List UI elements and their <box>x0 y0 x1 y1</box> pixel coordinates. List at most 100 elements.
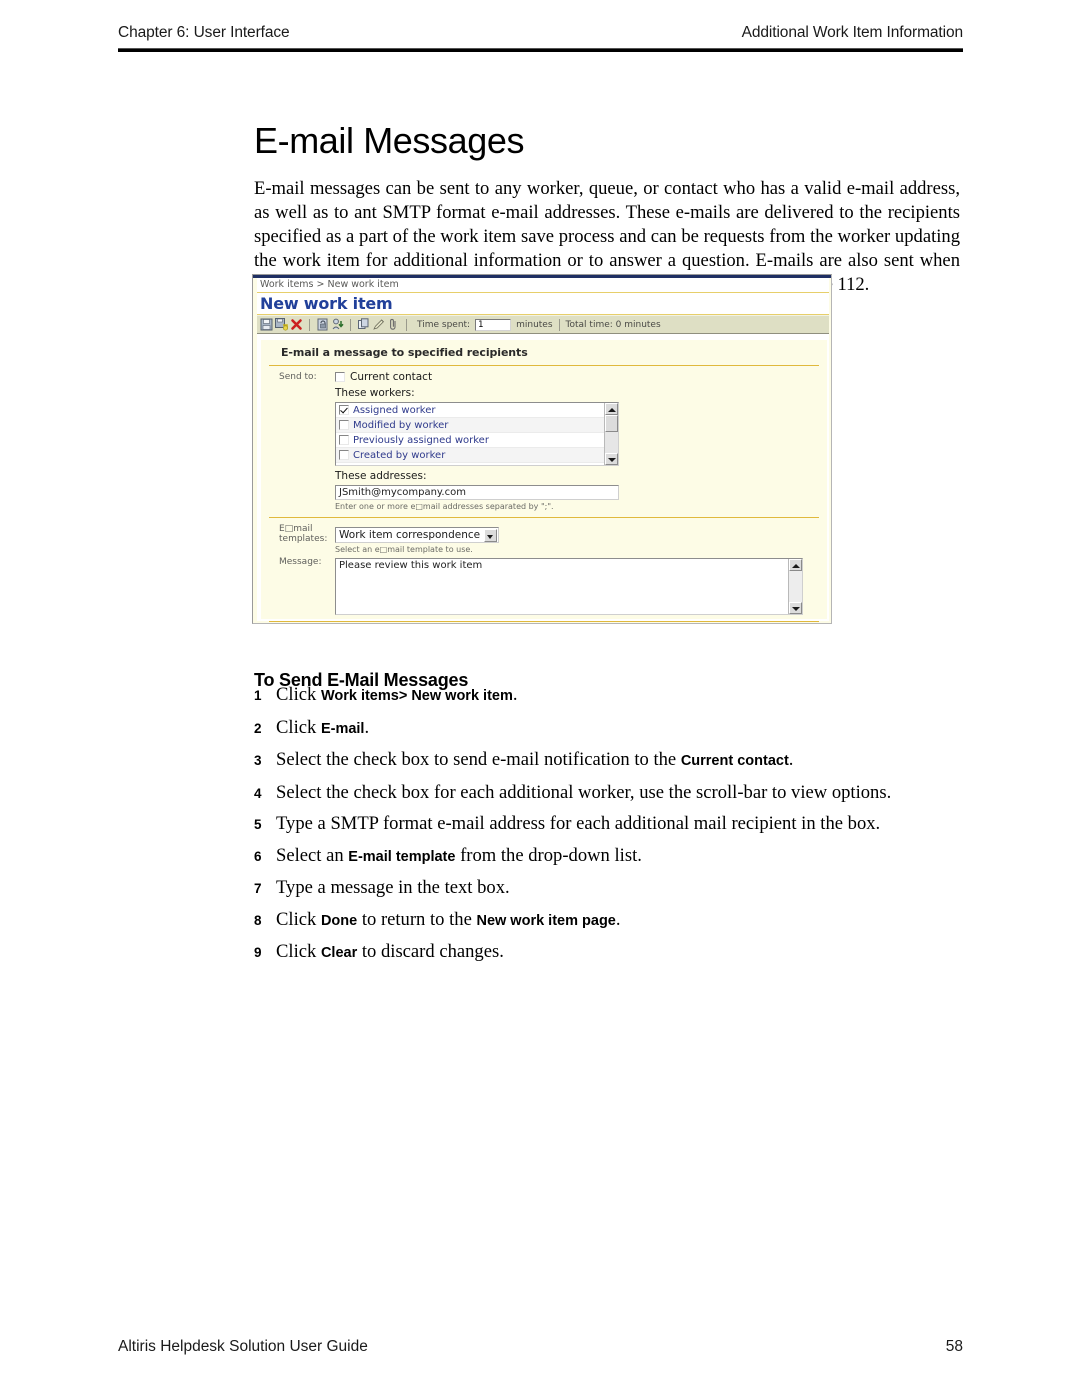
step-number: 3 <box>254 753 262 768</box>
step-number: 1 <box>254 688 262 703</box>
list-item: 9 Click Clear to discard changes. <box>254 941 960 964</box>
copy-icon[interactable] <box>357 318 370 331</box>
scrollbar-track[interactable] <box>789 571 802 602</box>
step-number: 7 <box>254 881 262 896</box>
page-title: E-mail Messages <box>254 120 525 162</box>
list-item: 2 Click E-mail. <box>254 717 960 740</box>
step-number: 5 <box>254 817 262 832</box>
document-page: Chapter 6: User Interface Additional Wor… <box>0 0 1080 1397</box>
message-textarea[interactable]: Please review this work item <box>335 558 803 615</box>
step-text: Select the check box to send e-mail noti… <box>276 749 794 770</box>
email-template-select[interactable]: Work item correspondence <box>335 527 500 543</box>
toolbar-separator <box>406 318 407 331</box>
toolbar-separator <box>350 318 351 331</box>
assign-icon[interactable] <box>331 318 344 331</box>
page-footer: Altiris Helpdesk Solution User Guide 58 <box>118 1338 963 1356</box>
worker-checkbox-created-by[interactable] <box>339 450 349 460</box>
breadcrumb[interactable]: Work items > New work item <box>257 278 829 293</box>
email-panel: E-mail a message to specified recipients… <box>261 340 827 622</box>
time-spent-input[interactable]: 1 <box>475 318 512 331</box>
worker-checkbox-previously-assigned[interactable] <box>339 435 349 445</box>
step-text: Type a message in the text box. <box>276 877 510 898</box>
app-toolbar: Time spent: 1 minutes Total time: 0 minu… <box>257 315 829 334</box>
step-text: Click E-mail. <box>276 716 370 738</box>
procedure-steps: 1 Click Work items> New work item. 2 Cli… <box>254 684 960 974</box>
step-text: Type a SMTP format e-mail address for ea… <box>276 813 881 834</box>
scroll-down-icon[interactable] <box>605 453 618 465</box>
current-contact-row[interactable]: Current contact <box>335 371 815 383</box>
step-number: 6 <box>254 848 262 864</box>
header-rule <box>118 48 963 52</box>
lock-icon[interactable] <box>316 318 329 331</box>
message-scrollbar[interactable] <box>788 559 802 614</box>
workers-listbox[interactable]: Assigned worker Modified by worker Previ… <box>335 402 619 466</box>
scroll-up-icon[interactable] <box>789 559 802 571</box>
send-to-label: Send to: <box>279 372 317 382</box>
delete-icon[interactable] <box>290 318 303 331</box>
message-textarea-value: Please review this work item <box>339 560 483 571</box>
email-template-hint: Select an e□mail template to use. <box>335 545 473 554</box>
list-item[interactable]: Modified by worker <box>336 418 604 433</box>
step-text: Click Work items> New work item. <box>276 684 518 705</box>
app-page-title: New work item <box>260 294 393 313</box>
worker-label: Created by worker <box>353 449 446 461</box>
email-template-selected-value: Work item correspondence <box>339 529 481 541</box>
worker-label: Modified by worker <box>353 419 449 431</box>
app-screenshot-figure: Work items > New work item New work item <box>252 274 832 624</box>
step-number: 2 <box>254 720 262 736</box>
chevron-down-icon[interactable] <box>484 528 498 542</box>
current-contact-checkbox[interactable] <box>335 372 345 382</box>
step-text: Click Clear to discard changes. <box>276 941 504 962</box>
list-item: 4 Select the check box for each addition… <box>254 782 960 804</box>
toolbar-separator <box>309 318 310 331</box>
these-workers-label: These workers: <box>335 387 415 399</box>
step-text: Select an E-mail template from the drop-… <box>276 844 642 866</box>
list-item[interactable]: Assigned worker <box>336 403 604 418</box>
list-item: 7 Type a message in the text box. <box>254 877 960 899</box>
scroll-down-icon[interactable] <box>789 602 802 614</box>
list-item[interactable]: Previously assigned worker <box>336 433 604 448</box>
edit-icon[interactable] <box>372 318 385 331</box>
list-item: 8 Click Done to return to the New work i… <box>254 909 960 932</box>
page-number: 58 <box>945 1338 963 1355</box>
worker-label: Assigned worker <box>353 404 436 416</box>
message-label: Message: <box>279 557 322 567</box>
list-item[interactable]: Created by worker <box>336 448 604 463</box>
total-time-label: Total time: 0 minutes <box>565 319 661 330</box>
app-window: Work items > New work item New work item <box>257 278 829 622</box>
step-number: 4 <box>254 785 262 801</box>
list-item: 3 Select the check box to send e-mail no… <box>254 749 960 772</box>
scroll-up-icon[interactable] <box>605 403 618 415</box>
these-addresses-label: These addresses: <box>335 470 427 482</box>
email-templates-label: E□mail templates: <box>279 524 328 544</box>
addresses-hint: Enter one or more e□mail addresses separ… <box>335 502 554 511</box>
list-item: 1 Click Work items> New work item. <box>254 684 960 707</box>
running-head-right: Additional Work Item Information <box>741 24 963 41</box>
step-text: Select the check box for each additional… <box>276 781 892 803</box>
running-head: Chapter 6: User Interface Additional Wor… <box>118 24 963 42</box>
step-number: 8 <box>254 912 262 928</box>
templates-row: E□mail templates: Work item corresponden… <box>261 518 827 554</box>
time-spent-label: Time spent: <box>417 319 471 330</box>
worker-label: Previously assigned worker <box>353 434 489 446</box>
scrollbar-thumb[interactable] <box>605 415 618 432</box>
current-contact-label: Current contact <box>350 371 433 383</box>
app-page-header: New work item <box>257 293 829 315</box>
send-to-row: Send to: Current contact These workers: <box>261 366 827 511</box>
message-row: Message: Please review this work item <box>261 554 827 615</box>
footer-left: Altiris Helpdesk Solution User Guide <box>118 1338 368 1355</box>
attachment-icon[interactable] <box>387 318 400 331</box>
save-and-new-icon[interactable] <box>275 318 289 331</box>
step-text: Click Done to return to the New work ite… <box>276 908 621 930</box>
list-item: 6 Select an E-mail template from the dro… <box>254 845 960 868</box>
workers-scrollbar[interactable] <box>604 403 618 465</box>
running-head-left: Chapter 6: User Interface <box>118 24 290 41</box>
worker-checkbox-assigned[interactable] <box>339 405 349 415</box>
workers-list: Assigned worker Modified by worker Previ… <box>336 403 604 465</box>
save-icon[interactable] <box>260 318 273 331</box>
addresses-input[interactable]: JSmith@mycompany.com <box>335 485 619 500</box>
panel-button-row: Done Clear <box>261 622 827 623</box>
list-item: 5 Type a SMTP format e-mail address for … <box>254 813 960 835</box>
worker-checkbox-modified-by[interactable] <box>339 420 349 430</box>
toolbar-separator <box>558 318 560 331</box>
